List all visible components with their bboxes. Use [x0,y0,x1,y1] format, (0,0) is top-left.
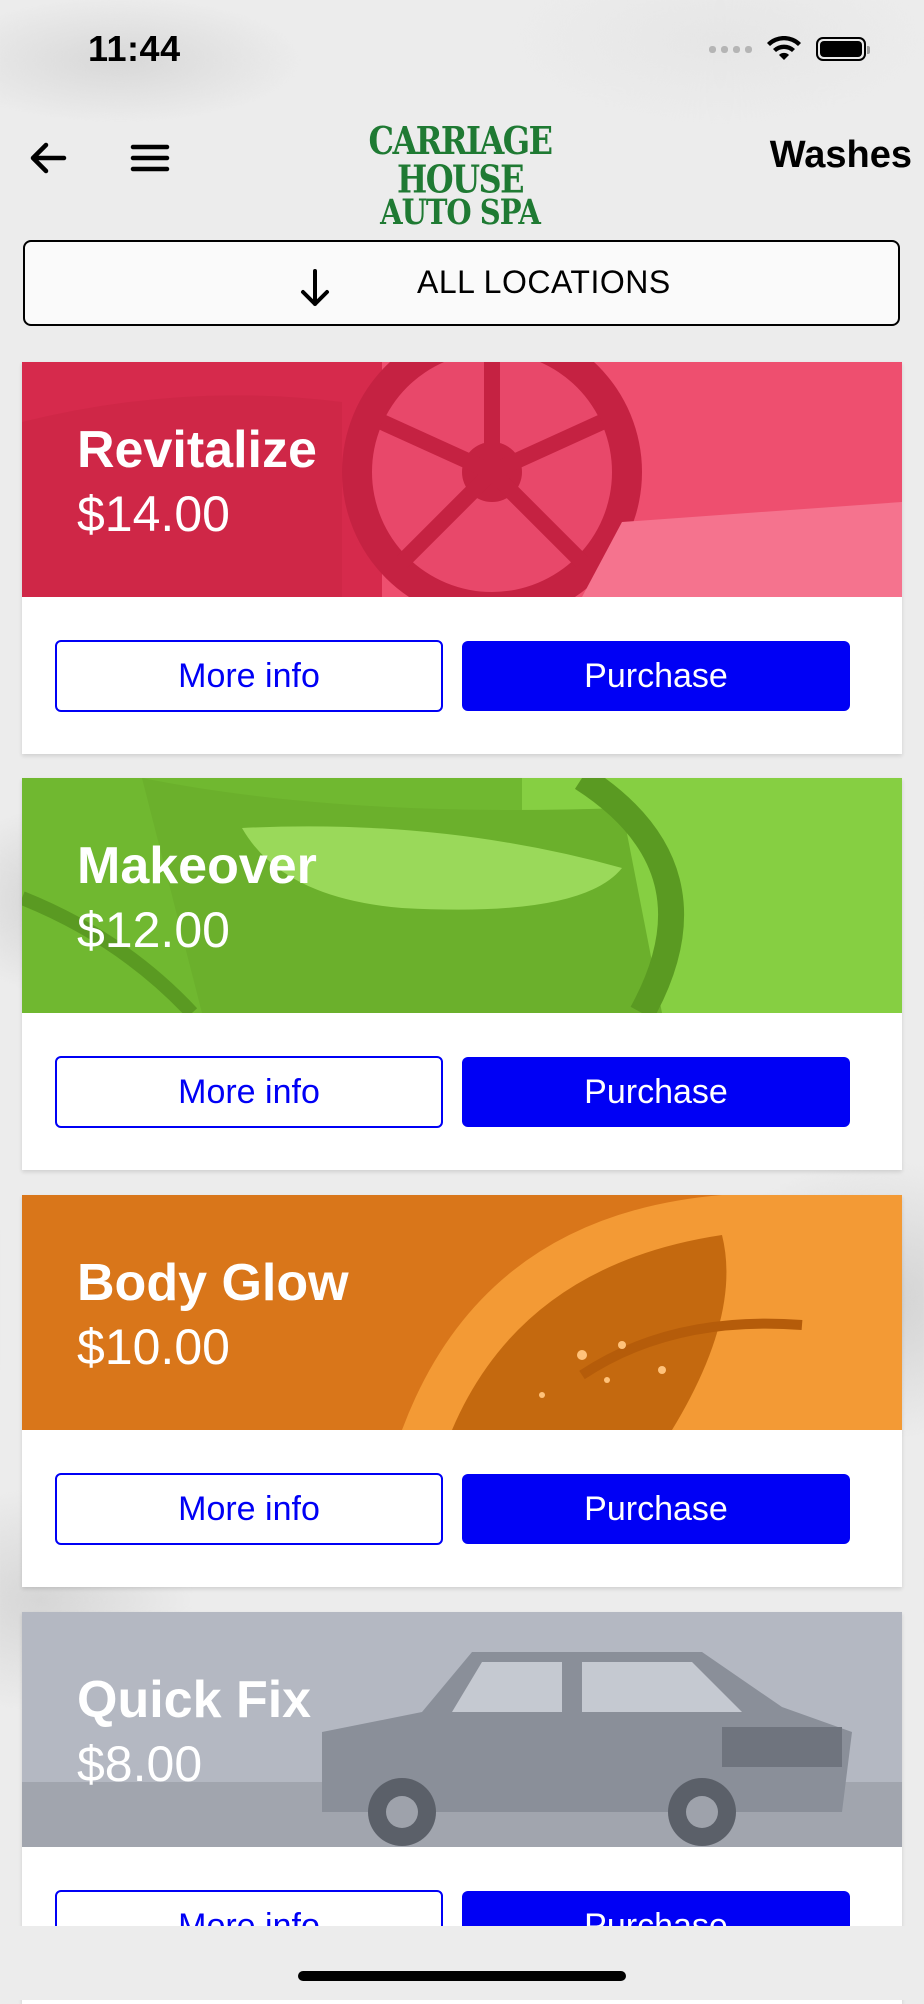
purchase-button[interactable]: Purchase [462,1474,850,1544]
purchase-button[interactable]: Purchase [462,641,850,711]
wash-name: Quick Fix [77,1671,312,1729]
purchase-button[interactable]: Purchase [462,1057,850,1127]
arrow-down-icon [301,269,329,306]
logo-line1: CARRIAGE HOUSE [368,118,554,202]
location-selector-label: ALL LOCATIONS [417,264,671,300]
wash-price: $8.00 [77,1736,203,1792]
bottom-safe-area [0,1926,924,2000]
wifi-icon [767,36,801,60]
battery-icon [816,37,870,61]
wash-name: Makeover [77,837,317,895]
status-icons [709,36,870,62]
logo-line2: AUTO SPA [380,191,541,233]
wash-name: Body Glow [77,1254,349,1312]
wash-card-revitalize: Revitalize $14.00 More info Purchase [22,362,902,754]
wash-price: $10.00 [77,1319,230,1375]
more-info-button[interactable]: More info [55,1056,443,1128]
more-info-button[interactable]: More info [55,640,443,712]
hamburger-menu-icon[interactable] [128,136,172,180]
status-bar: 11:44 [0,0,924,105]
page-title: Washes [769,134,912,176]
home-indicator[interactable] [298,1971,626,1981]
location-selector[interactable]: ALL LOCATIONS [23,240,900,326]
wash-banner: Body Glow $10.00 [22,1195,902,1430]
more-info-button[interactable]: More info [55,1473,443,1545]
wash-price: $12.00 [77,902,230,958]
wash-card-body-glow: Body Glow $10.00 More info Purchase [22,1195,902,1587]
wash-banner: Makeover $12.00 [22,778,902,1013]
cellular-signal-icon [709,45,752,53]
nav-bar: CARRIAGE HOUSE AUTO SPA Washes [0,120,924,230]
wash-card-makeover: Makeover $12.00 More info Purchase [22,778,902,1170]
status-time: 11:44 [88,28,181,69]
wash-banner: Quick Fix $8.00 [22,1612,902,1847]
wash-banner: Revitalize $14.00 [22,362,902,597]
logo: CARRIAGE HOUSE AUTO SPA [350,122,570,230]
arrow-left-icon[interactable] [26,136,70,180]
wash-price: $14.00 [77,486,230,542]
wash-name: Revitalize [77,421,317,479]
